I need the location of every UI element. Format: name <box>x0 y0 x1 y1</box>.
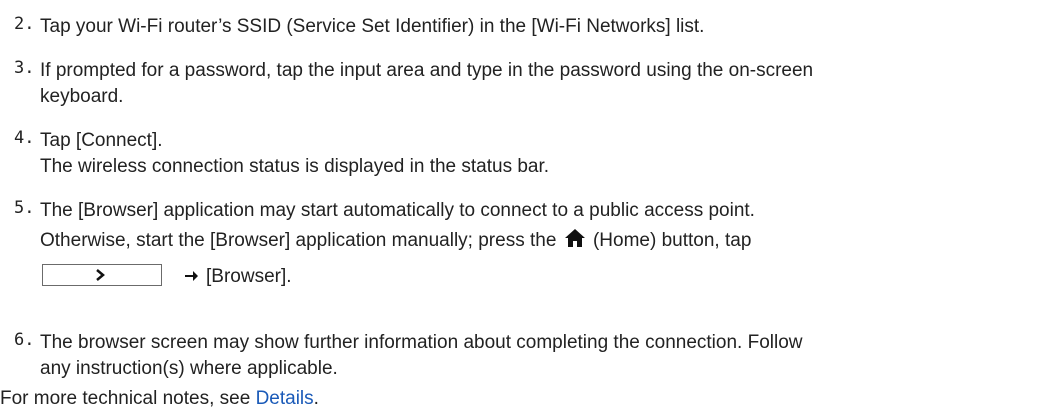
step-note: The wireless connection status is displa… <box>40 156 550 177</box>
browser-label: [Browser]. <box>206 266 292 287</box>
step-text: Tap [Connect]. <box>40 130 163 151</box>
chevron-button[interactable] <box>42 264 162 286</box>
step-text: Tap your Wi-Fi router’s SSID (Service Se… <box>40 16 705 37</box>
navigation-path: [Browser]. <box>40 264 1050 290</box>
step-text: keyboard. <box>40 86 124 107</box>
chevron-right-icon <box>96 269 105 281</box>
details-link[interactable]: Details <box>256 388 314 409</box>
otherwise-line: Otherwise, start the [Browser] applicati… <box>40 228 1050 256</box>
footer-suffix: . <box>313 388 319 409</box>
step-text: The browser screen may show further info… <box>40 332 803 353</box>
otherwise-prefix: Otherwise, start the [Browser] applicati… <box>40 230 557 251</box>
arrow-right-icon <box>185 271 198 281</box>
step-text: The [Browser] application may start auto… <box>40 200 755 221</box>
footer-prefix: For more technical notes, see <box>0 388 256 409</box>
home-icon <box>564 228 586 256</box>
home-label: (Home) button, tap <box>592 230 752 251</box>
step-text: any instruction(s) where applicable. <box>40 358 338 379</box>
footer-note: For more technical notes, see Details. <box>0 386 319 412</box>
step-text: If prompted for a password, tap the inpu… <box>40 60 814 81</box>
